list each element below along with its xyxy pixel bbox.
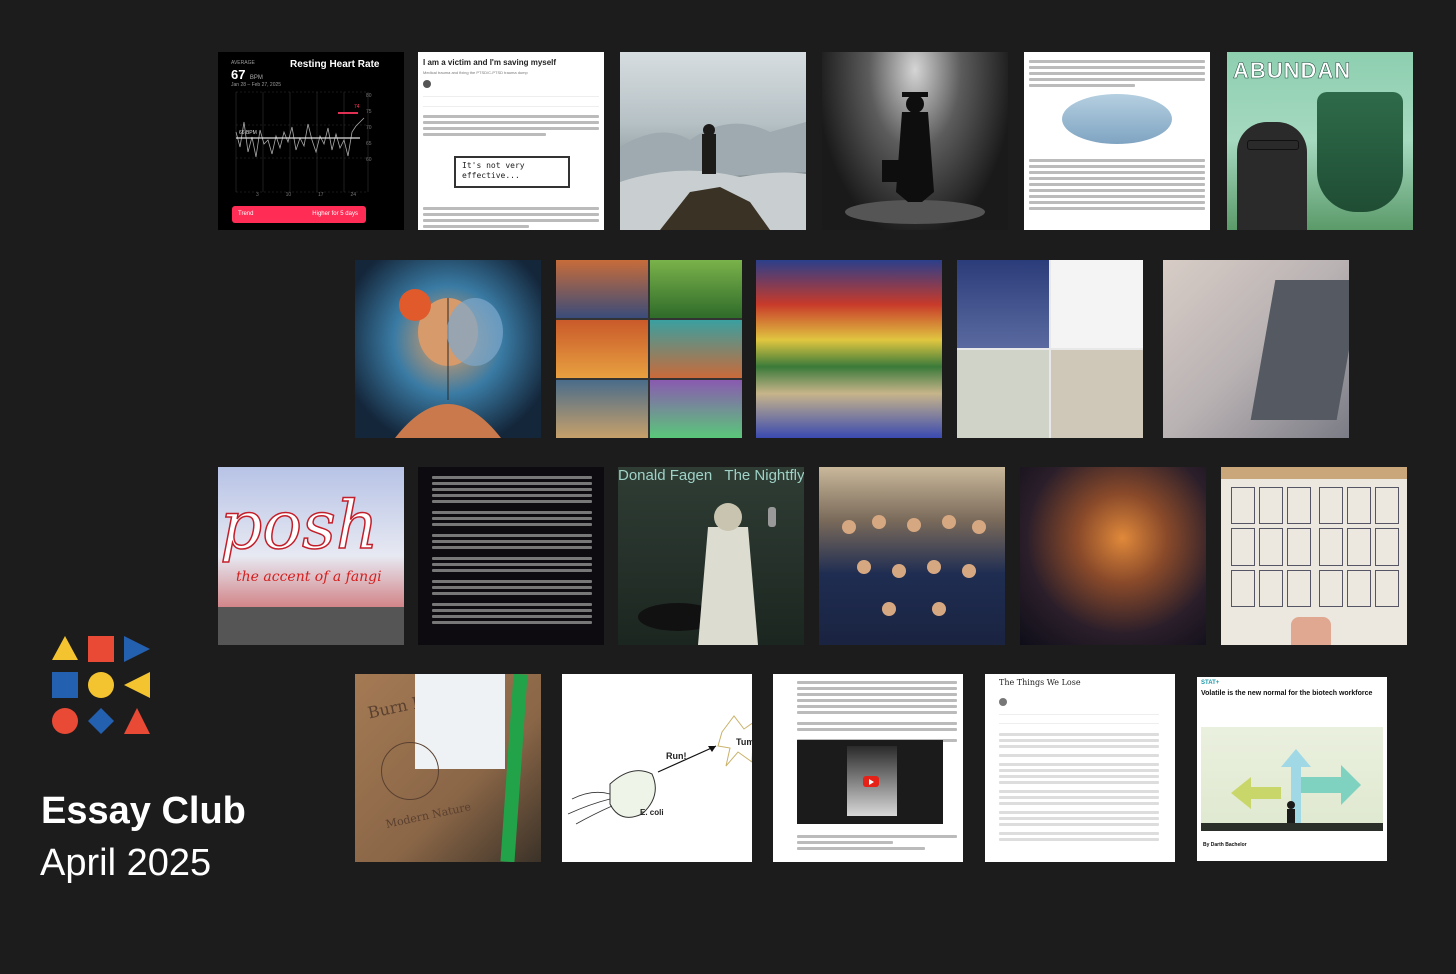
city-illustration bbox=[1317, 92, 1403, 212]
club-date: April 2025 bbox=[40, 842, 212, 884]
things-we-lose-article[interactable]: The Things We Lose bbox=[985, 674, 1175, 862]
paper-word2: Modern Nature bbox=[384, 800, 473, 831]
posh-cover: posh the accent of a fangi bbox=[218, 467, 404, 645]
christmas-article-tile[interactable] bbox=[1024, 52, 1210, 230]
stat-title: Volatile is the new normal for the biote… bbox=[1201, 690, 1373, 697]
club-title: Essay Club bbox=[41, 790, 246, 832]
heart-x-ticks: 3 10 17 24 bbox=[256, 192, 356, 198]
trend-pill: Trend Higher for 5 days bbox=[232, 206, 366, 223]
author-avatar bbox=[423, 80, 431, 88]
ecoli-tumble: Tum bbox=[736, 737, 752, 747]
video-embed-article[interactable] bbox=[773, 674, 963, 862]
ecoli-run: Run! bbox=[666, 751, 687, 761]
stat-biotech-article[interactable]: STAT+ Volatile is the new normal for the… bbox=[1197, 677, 1387, 861]
ecoli-diagram: Run! Tum E. coli bbox=[562, 674, 752, 862]
ecoli-label: E. coli bbox=[640, 808, 664, 817]
things-avatar bbox=[999, 698, 1007, 706]
stat-hero-image bbox=[1201, 727, 1383, 831]
things-title: The Things We Lose bbox=[999, 678, 1081, 687]
victim-box: It's not very effective... bbox=[454, 156, 570, 188]
abundance-title: ABUNDAN bbox=[1233, 58, 1352, 84]
shiva-painting bbox=[355, 260, 541, 438]
posh-tagline: the accent of a fangi bbox=[236, 569, 382, 585]
burn-paper-photo: Burn Paper Modern Nature bbox=[355, 674, 541, 862]
whiteboard-collage bbox=[957, 260, 1143, 438]
abundance-cover: ABUNDAN bbox=[1227, 52, 1413, 230]
team-photo bbox=[819, 467, 1005, 645]
author-portrait bbox=[1237, 122, 1307, 230]
heart-rate-tile[interactable]: AVERAGE 67 BPM Jan 28 – Feb 27, 2025 Res… bbox=[218, 52, 404, 230]
heart-y-ticks: 80 75 70 65 60 bbox=[366, 93, 372, 163]
posh-word: posh bbox=[219, 486, 379, 565]
notebook-sketch-photo bbox=[1221, 467, 1407, 645]
stat-brand: STAT+ bbox=[1201, 680, 1220, 686]
victim-article-tile[interactable]: I am a victim and I'm saving myself Medi… bbox=[418, 52, 604, 230]
wanderer-painting bbox=[620, 52, 806, 230]
heart-current: 74 bbox=[354, 104, 360, 110]
stat-byline: By Darth Bachelor bbox=[1203, 842, 1247, 848]
spotlight-man-image bbox=[822, 52, 1008, 230]
victim-title: I am a victim and I'm saving myself bbox=[423, 58, 557, 67]
cosmic-face-art bbox=[1020, 467, 1206, 645]
nightfly-album-cover: Donald Fagen The Nightfly bbox=[618, 467, 804, 645]
heart-baseline: 66 BPM bbox=[239, 130, 257, 136]
essay-club-logo bbox=[52, 636, 150, 734]
video-player[interactable] bbox=[797, 740, 943, 824]
dark-essay-tile[interactable] bbox=[418, 467, 604, 645]
bookshelf-photo bbox=[756, 260, 942, 438]
play-button-icon[interactable] bbox=[863, 776, 879, 787]
video-call-collage bbox=[556, 260, 742, 438]
writing-tablet-photo bbox=[1163, 260, 1349, 438]
heart-chart bbox=[235, 91, 369, 193]
umbrella-illustration bbox=[1062, 94, 1172, 144]
victim-subtitle: Medical trauma and fixing the PTSD/C-PTS… bbox=[423, 70, 528, 75]
